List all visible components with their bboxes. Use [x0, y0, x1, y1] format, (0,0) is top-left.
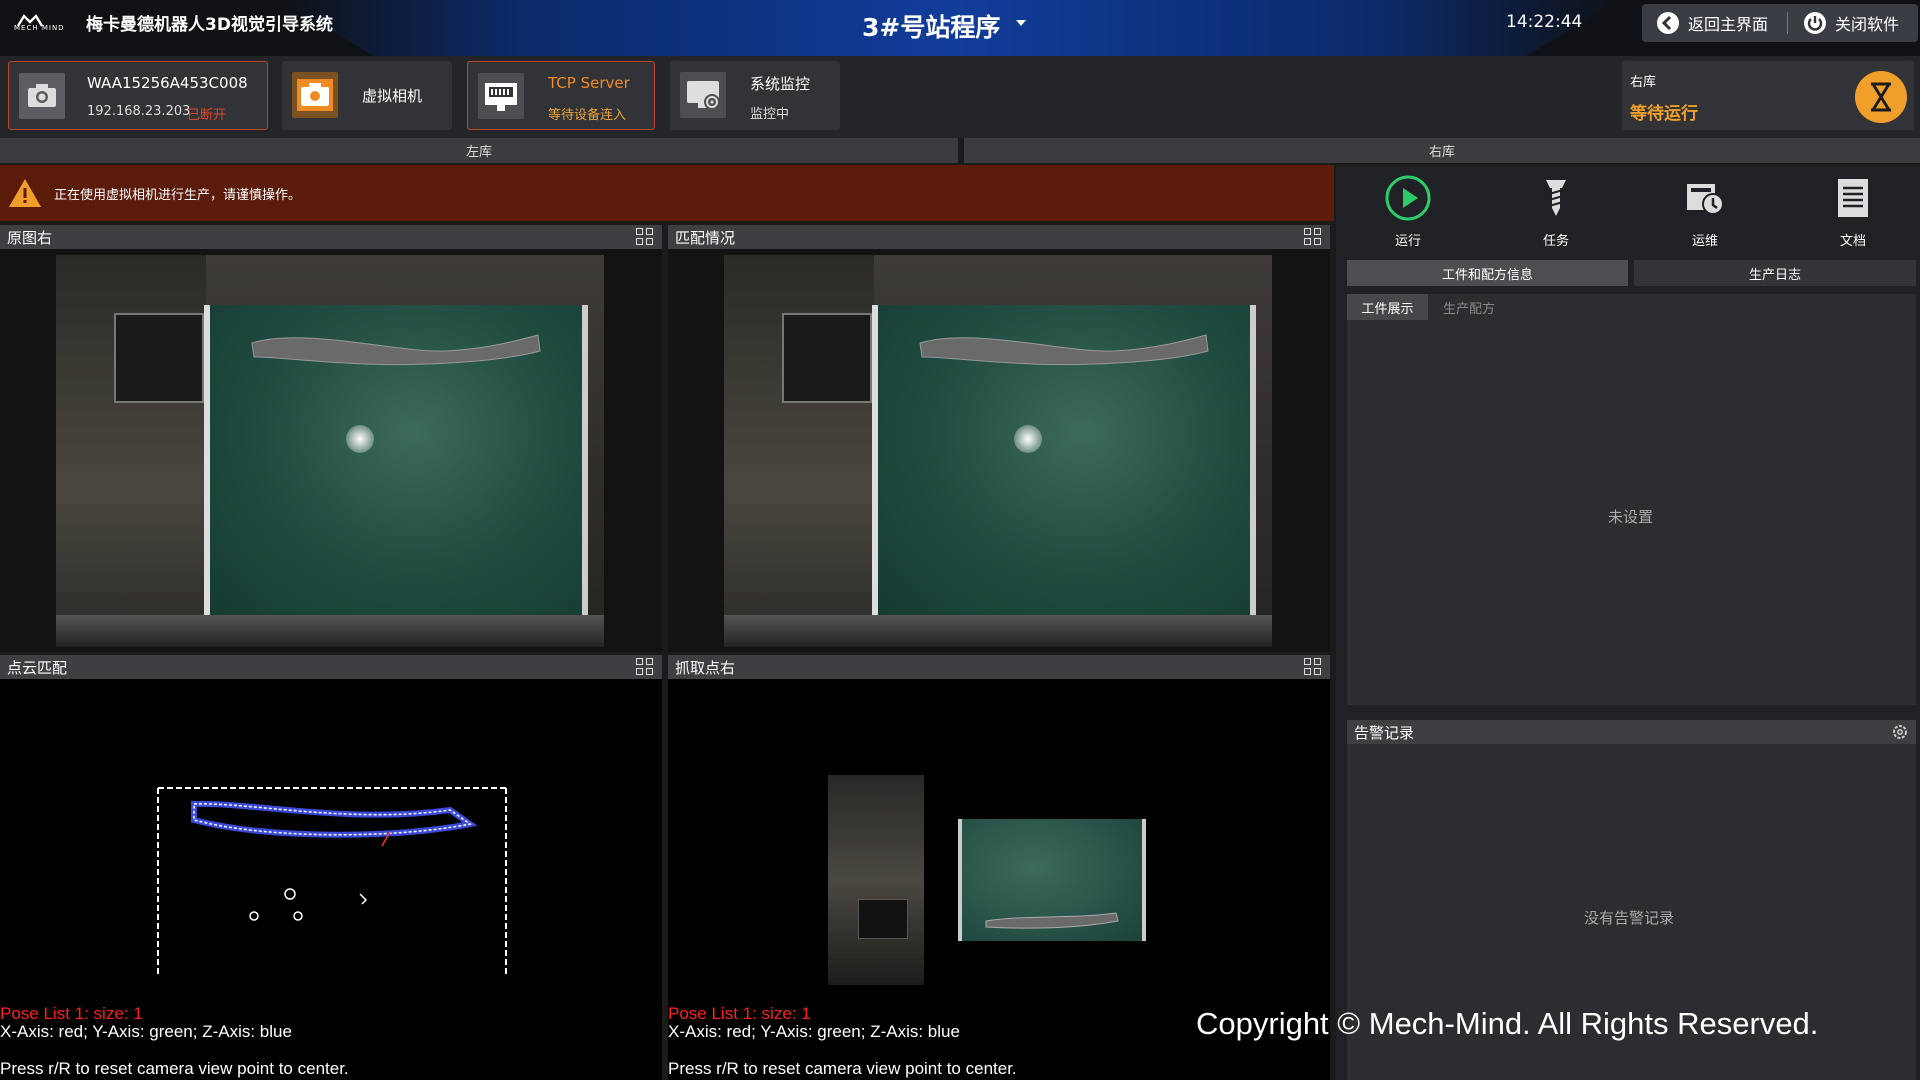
- document-icon: [1838, 179, 1868, 217]
- back-home-label: 返回主界面: [1688, 15, 1769, 34]
- maintenance-icon: [1687, 184, 1724, 215]
- task-button[interactable]: 任务: [1506, 174, 1606, 254]
- camera-status: 已断开: [187, 108, 227, 123]
- left-library-bar[interactable]: 左库: [0, 138, 958, 163]
- device-tcp-server-card[interactable]: TCP Server 等待设备连入: [467, 61, 655, 130]
- image-light-reflection: [1014, 425, 1042, 453]
- logo-text: MECH MIND: [14, 24, 65, 32]
- virtual-camera-label: 虚拟相机: [362, 87, 423, 105]
- image-workpiece: [919, 334, 1209, 365]
- pose-list-text: Pose List 1: size: 1: [0, 1004, 143, 1023]
- panel-match-result-title: 匹配情况: [668, 225, 1330, 249]
- clock: 14:22:44: [1506, 12, 1583, 32]
- device-system-monitor-card[interactable]: 系统监控 监控中: [670, 61, 840, 130]
- device-virtual-camera-card[interactable]: 虚拟相机: [282, 61, 452, 130]
- image-light-reflection: [346, 425, 374, 453]
- camera-ip: 192.168.23.203: [87, 104, 191, 119]
- device-camera-card[interactable]: WAA15256A453C008 192.168.23.203 已断开: [8, 61, 268, 130]
- panel-match-result-body: [668, 249, 1330, 652]
- close-software-label: 关闭软件: [1835, 15, 1900, 34]
- pose-list-text: Pose List 1: size: 1: [668, 1004, 811, 1023]
- layout-grid-icon[interactable]: [636, 228, 654, 246]
- virtual-camera-icon: [292, 72, 338, 118]
- project-selector[interactable]: 3#号站程序: [862, 8, 1000, 44]
- match-result-image: [724, 255, 1272, 647]
- grasp-workpiece: [985, 912, 1119, 929]
- panel-source-image-body: [0, 249, 662, 652]
- alarm-empty-text: 没有告警记录: [1584, 909, 1675, 927]
- monitor-icon: [680, 72, 726, 118]
- image-control-box: [782, 313, 872, 403]
- app-title: 梅卡曼德机器人3D视觉引导系统: [86, 15, 333, 35]
- image-frame-rail: [56, 615, 604, 647]
- pointcloud-view: [157, 787, 507, 976]
- hourglass-icon: [1855, 71, 1907, 123]
- back-arrow-icon: [1657, 12, 1679, 34]
- task-label: 任务: [1542, 234, 1569, 249]
- tcp-server-status: 等待设备连入: [548, 108, 627, 123]
- alarm-log-label: 告警记录: [1354, 723, 1415, 742]
- warning-banner: 正在使用虚拟相机进行生产，请谨慎操作。: [0, 165, 1334, 221]
- document-button[interactable]: 文档: [1803, 174, 1903, 254]
- back-home-button[interactable]: 返回主界面: [1656, 4, 1768, 42]
- grasp-scene-box: [858, 899, 908, 939]
- axes-legend-text: X-Axis: red; Y-Axis: green; Z-Axis: blue: [0, 1022, 292, 1041]
- tab-production-log[interactable]: 生产日志: [1634, 260, 1916, 286]
- layout-grid-icon[interactable]: [1304, 228, 1322, 246]
- top-bar: MECH MIND 梅卡曼德机器人3D视觉引导系统 3#号站程序 14:22:4…: [0, 0, 1920, 56]
- reset-view-hint: Press r/R to reset camera view point to …: [0, 1059, 349, 1078]
- panel-grasp-point-title: 抓取点右: [668, 655, 1330, 679]
- reset-view-hint: Press r/R to reset camera view point to …: [668, 1059, 1017, 1078]
- panel-pointcloud-body: Pose List 1: size: 1 X-Axis: red; Y-Axis…: [0, 679, 662, 1080]
- run-label: 运行: [1394, 234, 1421, 249]
- network-icon: [478, 73, 524, 119]
- camera-icon: [19, 73, 65, 119]
- camera-image-right: [56, 255, 604, 647]
- chevron-down-icon[interactable]: [1016, 20, 1026, 26]
- run-status-card: 右库 等待运行: [1622, 61, 1914, 130]
- workpiece-empty-text: 未设置: [1608, 508, 1654, 526]
- grasp-scene-machinery: [828, 775, 924, 985]
- workpiece-panel: [1347, 294, 1916, 705]
- subtab-workpiece-display[interactable]: 工件展示: [1347, 294, 1428, 320]
- status-card-title: 右库: [1630, 75, 1657, 90]
- tab-workpiece-recipe-info[interactable]: 工件和配方信息: [1347, 260, 1628, 286]
- panel-grasp-point-label: 抓取点右: [675, 658, 736, 677]
- run-button[interactable]: 运行: [1358, 174, 1458, 254]
- tcp-server-label: TCP Server: [548, 74, 630, 92]
- status-card-value: 等待运行: [1630, 104, 1698, 124]
- warning-text: 正在使用虚拟相机进行生产，请谨慎操作。: [54, 187, 302, 203]
- system-monitor-status: 监控中: [750, 107, 790, 122]
- panel-pointcloud-label: 点云匹配: [7, 658, 68, 677]
- maintenance-button[interactable]: 运维: [1655, 174, 1755, 254]
- camera-serial: WAA15256A453C008: [87, 74, 248, 92]
- image-frame-rail: [724, 615, 1272, 647]
- system-monitor-label: 系统监控: [750, 75, 811, 93]
- maintenance-label: 运维: [1691, 234, 1718, 249]
- subtab-production-recipe[interactable]: 生产配方: [1428, 294, 1510, 320]
- layout-grid-icon[interactable]: [636, 658, 654, 676]
- panel-source-image-title: 原图右: [0, 225, 662, 249]
- axes-legend-text: X-Axis: red; Y-Axis: green; Z-Axis: blue: [668, 1022, 960, 1041]
- alarm-log-title: 告警记录: [1347, 720, 1916, 744]
- document-label: 文档: [1839, 234, 1866, 249]
- gear-icon[interactable]: [1892, 724, 1908, 740]
- play-icon: [1385, 175, 1431, 221]
- header-divider: [1787, 12, 1788, 34]
- power-icon: [1804, 12, 1826, 34]
- close-software-button[interactable]: 关闭软件: [1803, 4, 1899, 42]
- copyright-watermark: Copyright © Mech-Mind. All Rights Reserv…: [1196, 1006, 1819, 1041]
- panel-match-result-label: 匹配情况: [675, 228, 736, 247]
- image-workpiece: [251, 334, 541, 365]
- task-icon: [1546, 180, 1566, 216]
- panel-source-image-label: 原图右: [7, 228, 53, 247]
- warning-icon: [9, 179, 41, 207]
- right-library-bar[interactable]: 右库: [964, 138, 1920, 163]
- image-control-box: [114, 313, 204, 403]
- panel-pointcloud-title: 点云匹配: [0, 655, 662, 679]
- layout-grid-icon[interactable]: [1304, 658, 1322, 676]
